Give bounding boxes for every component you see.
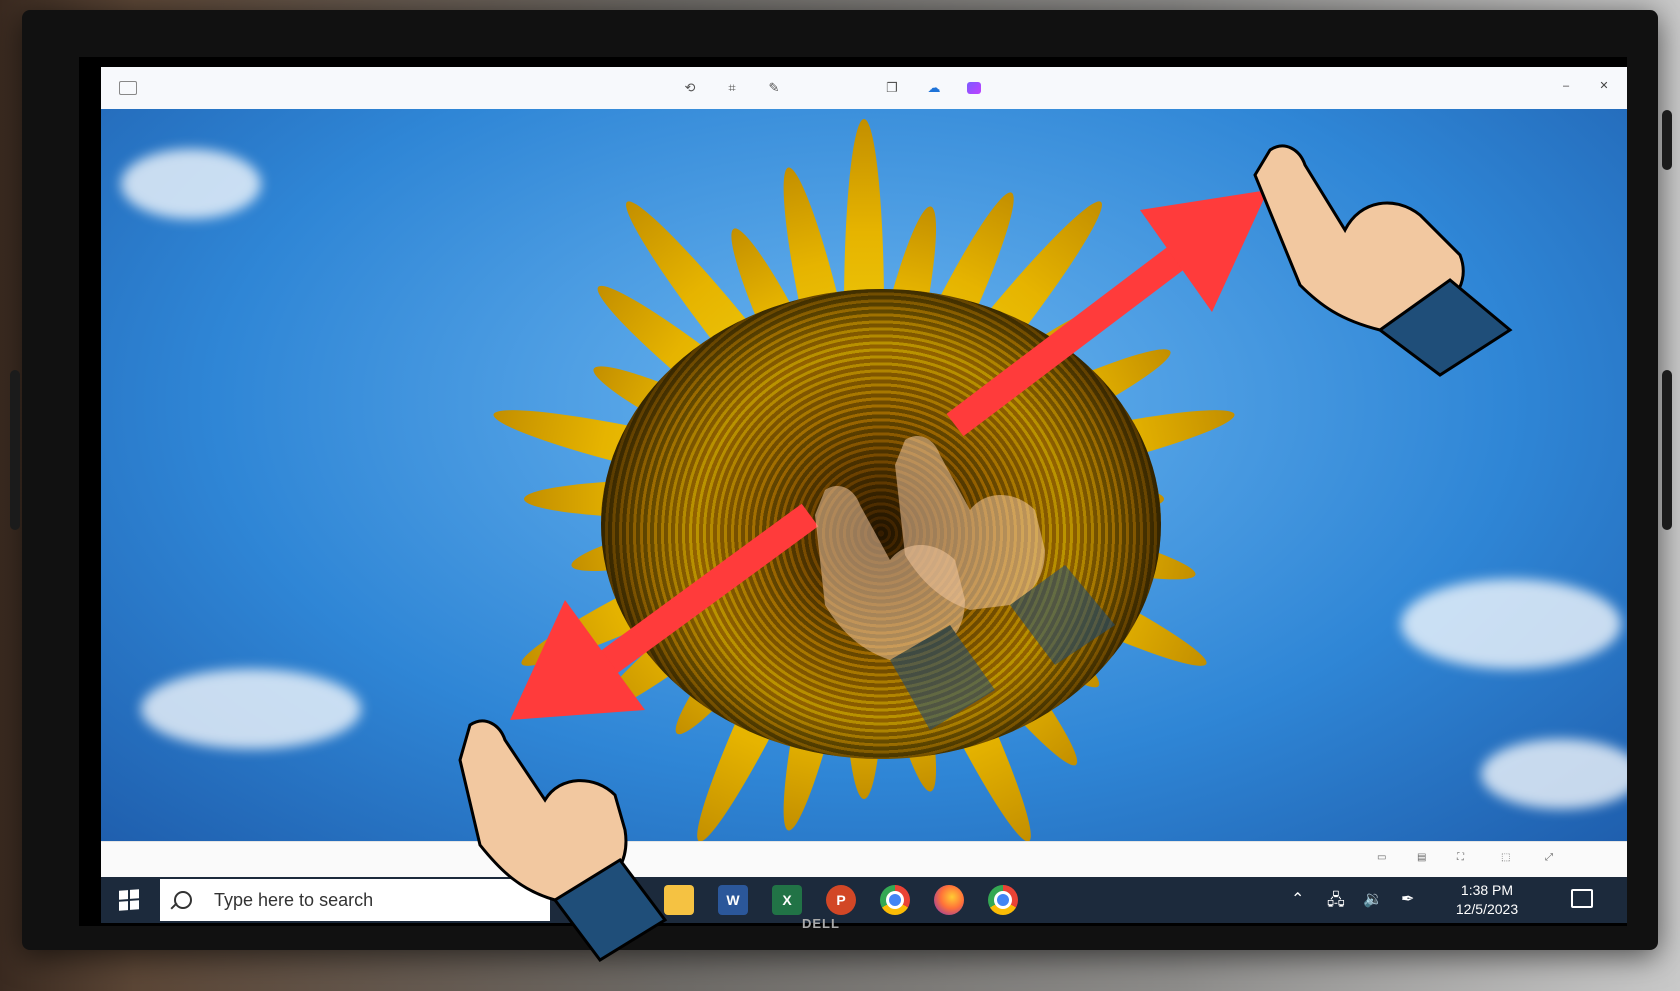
arrow-up-right: [946, 190, 1268, 437]
hand-bottom-left: [458, 719, 668, 962]
pinch-zoom-overlay: [458, 144, 1513, 962]
arrow-down-left: [510, 503, 819, 720]
hand-top-right: [1253, 144, 1513, 377]
